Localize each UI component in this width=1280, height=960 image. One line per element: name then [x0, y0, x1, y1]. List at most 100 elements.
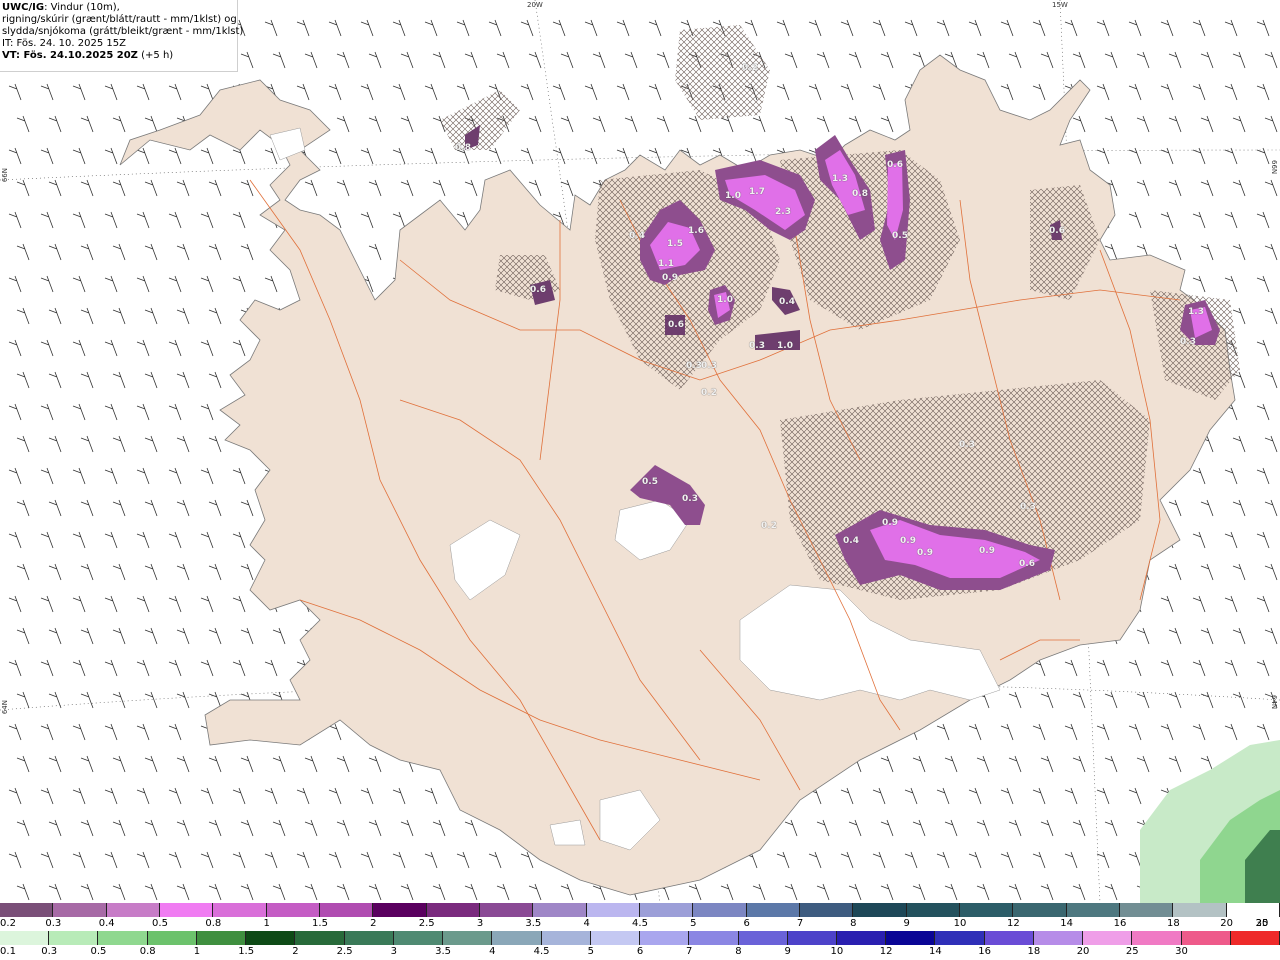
wind-barb: [176, 179, 190, 197]
wind-barb: [80, 371, 94, 389]
wind-barb: [552, 147, 566, 165]
wind-barb: [328, 787, 342, 805]
precip-value: 0.9: [979, 546, 995, 556]
wind-barb: [136, 147, 150, 165]
legend-swatch: [266, 903, 320, 917]
wind-barb: [1072, 883, 1086, 901]
wind-barb: [840, 19, 854, 37]
wind-barb: [1000, 83, 1014, 101]
wind-barb: [1256, 147, 1270, 165]
wind-barb: [464, 179, 478, 197]
wind-barb: [1128, 659, 1142, 677]
wind-barb: [40, 147, 54, 165]
precip-value: 2.3: [775, 207, 791, 217]
wind-barb: [360, 19, 374, 37]
wind-barb: [200, 403, 214, 421]
wind-barb: [1104, 755, 1118, 773]
wind-barb: [1160, 147, 1174, 165]
wind-barb: [360, 211, 374, 229]
legend-label: 20: [1220, 918, 1234, 929]
wind-barb: [1200, 179, 1214, 197]
legend-swatch: [479, 903, 534, 917]
wind-barb: [528, 115, 542, 133]
wind-barb: [144, 883, 158, 901]
wind-barb: [720, 115, 734, 133]
wind-barb: [1008, 51, 1022, 69]
precip-value: 0.3: [701, 361, 717, 371]
wind-barb: [1256, 595, 1270, 613]
wind-barb: [1136, 115, 1150, 133]
wind-barb: [1040, 883, 1054, 901]
wind-barb: [240, 883, 254, 901]
wind-barb: [304, 179, 318, 197]
legend-label: 8: [735, 946, 742, 957]
wind-barb: [752, 115, 766, 133]
wind-barb: [104, 595, 118, 613]
wind-barb: [528, 51, 542, 69]
precip-value: 0.8: [852, 189, 868, 199]
wind-barb: [176, 499, 190, 517]
wind-barb: [144, 435, 158, 453]
wind-barb: [424, 19, 438, 37]
legend-swatch: [586, 903, 640, 917]
legend-label: 2.5: [418, 918, 435, 929]
legend-label: 18: [1027, 946, 1041, 957]
wind-barb: [1224, 595, 1238, 613]
wind-barb: [1200, 691, 1214, 709]
wind-barb: [560, 179, 574, 197]
wind-barb: [16, 115, 30, 133]
legend-label: 0.1: [0, 946, 16, 957]
precip-value: 1.6: [688, 226, 704, 236]
legend-swatch: [787, 931, 837, 945]
latitude-label-66n-left: 66N: [1, 168, 9, 183]
precip-value: 1.5: [667, 239, 683, 249]
wind-barb: [16, 435, 30, 453]
precip-value: 0.8: [455, 143, 471, 153]
wind-barb: [880, 51, 894, 69]
wind-barb: [1264, 627, 1278, 645]
legend-swatch: [533, 903, 587, 917]
legend-swatch: [344, 931, 394, 945]
wind-barb: [976, 51, 990, 69]
wind-barb: [40, 339, 54, 357]
wind-barb: [8, 339, 22, 357]
wind-barb: [912, 51, 926, 69]
wind-barb: [1160, 595, 1174, 613]
wind-barb: [144, 499, 158, 517]
wind-barb: [16, 499, 30, 517]
snow-scale-labels: 0.2 0.3 0.4 0.5 0.8 1 1.5 2 2.5 3 3.5 4 4.5 5 6 7 8 9 10 12…: [0, 918, 1280, 929]
wind-barb: [208, 691, 222, 709]
legend-label: 3: [390, 946, 398, 957]
wind-barb: [808, 83, 822, 101]
precip-value: 0.2: [761, 521, 777, 531]
wind-barb: [912, 883, 926, 901]
rain-description: rigning/skúrir (grænt/blátt/rautt - mm/1…: [2, 14, 237, 25]
wind-barb: [176, 883, 190, 901]
wind-barb: [424, 851, 438, 869]
wind-barb: [1224, 211, 1238, 229]
wind-barb: [904, 851, 918, 869]
wind-barb: [80, 499, 94, 517]
wind-barb: [880, 883, 894, 901]
wind-barb: [1096, 659, 1110, 677]
wind-barb: [136, 467, 150, 485]
legend-label: 4: [583, 918, 590, 929]
wind-barb: [80, 115, 94, 133]
legend-swatch: [836, 931, 887, 945]
wind-barb: [840, 787, 854, 805]
legend-swatch: [959, 903, 1014, 917]
wind-barb: [144, 819, 158, 837]
wind-barb: [784, 115, 798, 133]
legend-label: 6: [636, 946, 644, 957]
wind-barb: [16, 819, 30, 837]
legend-swatch: [98, 931, 148, 945]
legend-label: 0.4: [98, 918, 115, 929]
wind-barb: [400, 883, 414, 901]
precip-value: 0.3: [1020, 502, 1036, 512]
wind-barb: [144, 307, 158, 325]
wind-barb: [1136, 51, 1150, 69]
wind-barb: [48, 691, 62, 709]
wind-barb: [1224, 275, 1238, 293]
wind-barb: [240, 627, 254, 645]
longitude-label-15w: 15W: [1052, 1, 1068, 9]
